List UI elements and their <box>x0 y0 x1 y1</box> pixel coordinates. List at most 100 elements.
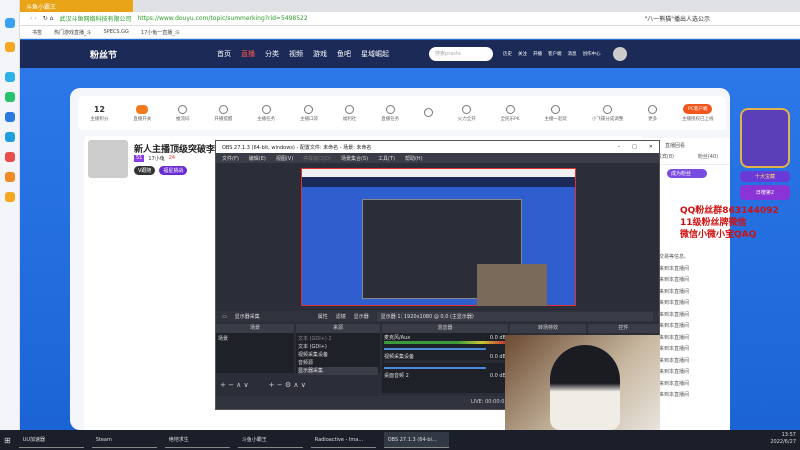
app-icon[interactable] <box>5 92 15 102</box>
bookmark[interactable]: SPECS.GG <box>104 29 129 35</box>
minimize-icon[interactable]: – <box>618 144 621 150</box>
tool-reminder[interactable]: 开播提醒 <box>214 104 232 122</box>
menu-edit[interactable]: 编辑(E) <box>249 155 266 162</box>
fans-challenge-tag[interactable]: 福星挑战 <box>159 166 188 175</box>
menu-file[interactable]: 文件(F) <box>222 155 239 162</box>
bookmark[interactable]: 热门游戏直播_斗 <box>54 29 92 36</box>
app-icon[interactable] <box>5 18 15 28</box>
nav-games[interactable]: 游戏 <box>313 49 327 59</box>
streamer-avatar[interactable] <box>88 140 128 178</box>
hot-count: 24 <box>168 155 176 161</box>
menu-docks[interactable]: 停靠窗口(D) <box>303 155 331 162</box>
app-icon[interactable] <box>5 152 15 162</box>
back-icon[interactable]: ‹ › <box>30 15 37 22</box>
bookmark[interactable]: 17小龟一直播_斗 <box>141 29 180 36</box>
rank-card[interactable] <box>740 108 790 168</box>
obs-titlebar[interactable]: OBS 27.1.3 (64-bit, windows) - 配置文件: 未命名… <box>216 141 659 153</box>
follow-button[interactable]: 关注 <box>518 51 527 57</box>
source-item[interactable]: 显示器采集 <box>298 367 378 375</box>
source-item[interactable]: 视频采集设备 <box>298 351 378 359</box>
system-clock[interactable]: 13:57 2022/6/27 <box>770 432 796 446</box>
creator-button[interactable]: 创作中心 <box>583 51 601 57</box>
tool-more[interactable]: 更多 <box>648 104 658 122</box>
treasure-badge[interactable]: 十大宝藏 <box>740 171 790 182</box>
follow-tag[interactable]: V跟随 <box>134 166 156 175</box>
scenes-header: 场景 <box>216 324 294 333</box>
client-button[interactable]: 客户端 <box>548 51 562 57</box>
app-icon[interactable] <box>5 112 15 122</box>
maximize-icon[interactable]: □ <box>632 144 637 150</box>
source-item[interactable]: 音频源 <box>298 359 378 367</box>
taskbar-app-douyu[interactable]: 斗鱼小霸王 <box>237 432 303 448</box>
live-status: LIVE: 00:00:0 <box>471 399 505 405</box>
volume-slider[interactable] <box>384 367 486 369</box>
app-icon[interactable] <box>5 132 15 142</box>
source-item[interactable]: 文本 (GDI+) <box>298 343 378 351</box>
broadcast-button[interactable]: 开播 <box>533 51 542 57</box>
tool-live-switch[interactable]: 直播开关 <box>133 104 151 122</box>
site-logo[interactable]: 粉丝节 <box>90 48 117 61</box>
nav-category[interactable]: 分类 <box>265 49 279 59</box>
start-icon[interactable]: ⊞ <box>4 436 11 445</box>
tool-live-task[interactable]: 直播任务 <box>381 104 399 122</box>
app-icon[interactable] <box>5 172 15 182</box>
nav-video[interactable]: 视频 <box>289 49 303 59</box>
close-icon[interactable]: ✕ <box>649 144 653 150</box>
tool-pocket[interactable]: 主播口袋 <box>300 104 318 122</box>
tool-welfare[interactable]: 福利社 <box>343 104 356 122</box>
tool-pk[interactable]: 全民乐PK <box>501 104 520 122</box>
menu-tools[interactable]: 工具(T) <box>378 155 395 162</box>
tool-ufo[interactable]: 小飞碟分成调整 <box>592 104 623 122</box>
taskbar-app-steam[interactable]: Steam <box>91 432 157 448</box>
reload-icon[interactable]: ↻ ⌂ <box>43 15 54 22</box>
search-input[interactable]: 搜索praste <box>429 47 494 61</box>
display-select[interactable]: 显示器 1: 1920x1080 @ 0,0 (主显示器) <box>376 312 653 321</box>
pc-client-button[interactable]: PC客户端 主播授权已上线 <box>682 104 713 122</box>
tool-stream-key[interactable]: 推流码 <box>176 104 190 122</box>
source-item[interactable]: 文本 (GDI+) 2 <box>298 335 378 343</box>
streamer-name[interactable]: 17小龟 <box>148 155 164 162</box>
tool-tasks[interactable]: 主播任务 <box>257 104 275 122</box>
taskbar-app-obs[interactable]: OBS 27.1.3 (64-bi... <box>383 432 449 448</box>
messages-button[interactable]: 消息 <box>568 51 577 57</box>
menu-scene-collection[interactable]: 场景集合(S) <box>341 155 368 162</box>
menu-help[interactable]: 帮助(H) <box>405 155 423 162</box>
tab-fans[interactable]: 粉丝(40) <box>698 153 718 164</box>
app-icon[interactable] <box>5 72 15 82</box>
app-icon[interactable] <box>5 42 15 52</box>
address-bar[interactable]: ‹ › ↻ ⌂ 武汉斗鱼网络科技有限公司 https://www.douyu.c… <box>20 12 800 26</box>
browser-tab[interactable]: 斗鱼小霸王 <box>20 0 133 12</box>
url-text[interactable]: https://www.douyu.com/topic/summerking?r… <box>137 15 307 22</box>
taskbar-app-uu[interactable]: UU加速器 <box>18 432 84 448</box>
nav-star[interactable]: 星域崛起 <box>361 49 389 59</box>
history-button[interactable]: 历史 <box>503 51 512 57</box>
overlay-line: QQ粉丝群863144092 <box>680 206 779 216</box>
menu-view[interactable]: 视图(V) <box>276 155 293 162</box>
rank-badge[interactable]: 日榜第2 <box>740 185 790 200</box>
properties-button[interactable]: 属性 <box>318 313 328 320</box>
sources-header: 来源 <box>296 324 380 333</box>
taskbar: ⊞ UU加速器 Steam 绝地求生 斗鱼小霸王 Radioactive - I… <box>0 430 800 450</box>
scene-source-controls[interactable]: + − ∧ ∨ + − ⚙ ∧ ∨ <box>216 381 380 391</box>
app-icon[interactable] <box>5 192 15 202</box>
scene-item[interactable]: 场景 <box>218 335 292 342</box>
become-fan-button[interactable]: 成为粉丝 <box>667 169 707 178</box>
overlay-line: 11级粉丝牌微信 <box>680 218 747 228</box>
volume-meter <box>384 341 506 344</box>
volume-slider[interactable] <box>384 348 486 350</box>
side-promo: 十大宝藏 日榜第2 <box>735 100 795 420</box>
obs-preview[interactable] <box>301 168 576 306</box>
nav-yuba[interactable]: 鱼吧 <box>337 49 351 59</box>
nav-live[interactable]: 直播 <box>241 49 255 59</box>
avatar[interactable] <box>612 47 627 61</box>
search-hint[interactable]: "八一熊猫"播出人选公示 <box>644 14 710 23</box>
tool-fire[interactable]: 火力全开 <box>458 104 476 122</box>
tool-gift[interactable] <box>423 107 433 119</box>
nav-home[interactable]: 首页 <box>217 49 231 59</box>
mixer-db: 0.0 dB <box>489 354 506 360</box>
bookmark[interactable]: 书签 <box>32 29 42 36</box>
taskbar-app-pubg[interactable]: 绝地求生 <box>164 432 230 448</box>
tool-play-together[interactable]: 主播一起玩 <box>545 104 567 122</box>
filters-button[interactable]: 滤镜 <box>336 313 346 320</box>
taskbar-app-music[interactable]: Radioactive - Ima... <box>310 432 376 448</box>
